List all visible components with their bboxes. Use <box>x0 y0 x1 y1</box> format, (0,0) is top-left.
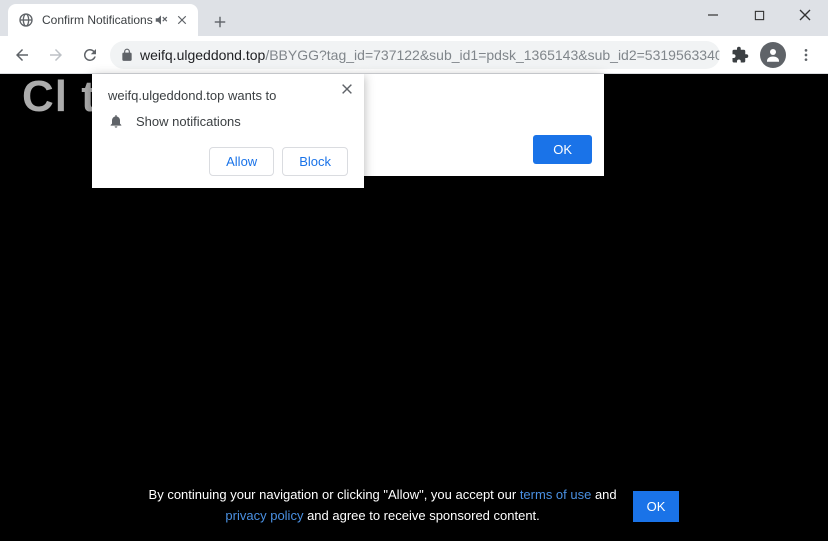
notification-permission-popup: weifq.ulgeddond.top wants to Show notifi… <box>92 74 364 188</box>
close-window-button[interactable] <box>782 0 828 30</box>
forward-button[interactable] <box>42 41 70 69</box>
reload-button[interactable] <box>76 41 104 69</box>
person-icon <box>764 46 782 64</box>
minimize-button[interactable] <box>690 0 736 30</box>
reload-icon <box>81 46 99 64</box>
url-path: /BBYGG?tag_id=737122&sub_id1=pdsk_136514… <box>265 47 720 63</box>
speaker-muted-icon[interactable] <box>154 13 168 27</box>
lock-icon <box>120 48 134 62</box>
browser-toolbar: weifq.ulgeddond.top/BBYGG?tag_id=737122&… <box>0 36 828 74</box>
allow-button[interactable]: Allow <box>209 147 274 176</box>
plus-icon <box>213 15 227 29</box>
maximize-icon <box>754 10 765 21</box>
consent-part2: and agree to receive sponsored content. <box>303 508 539 523</box>
window-titlebar: Confirm Notifications <box>0 0 828 36</box>
browser-menu-button[interactable] <box>792 41 820 69</box>
minimize-icon <box>707 9 719 21</box>
close-icon <box>799 9 811 21</box>
consent-part1: By continuing your navigation or clickin… <box>149 487 520 502</box>
arrow-right-icon <box>47 46 65 64</box>
site-dialog: OK <box>364 74 604 176</box>
block-button[interactable]: Block <box>282 147 348 176</box>
site-dialog-ok-button[interactable]: OK <box>533 135 592 164</box>
address-bar[interactable]: weifq.ulgeddond.top/BBYGG?tag_id=737122&… <box>110 41 720 69</box>
permission-item-label: Show notifications <box>136 114 241 129</box>
arrow-left-icon <box>13 46 31 64</box>
browser-tab[interactable]: Confirm Notifications <box>8 4 198 36</box>
permission-item: Show notifications <box>108 113 348 129</box>
new-tab-button[interactable] <box>206 8 234 36</box>
tab-strip: Confirm Notifications <box>0 0 234 36</box>
maximize-button[interactable] <box>736 0 782 30</box>
profile-avatar[interactable] <box>760 42 786 68</box>
close-icon <box>340 82 354 96</box>
extensions-button[interactable] <box>726 41 754 69</box>
permission-buttons: Allow Block <box>108 147 348 176</box>
consent-text: By continuing your navigation or clickin… <box>149 485 617 527</box>
url-host: weifq.ulgeddond.top <box>140 47 265 63</box>
permission-title: weifq.ulgeddond.top wants to <box>108 88 348 103</box>
consent-bar: By continuing your navigation or clickin… <box>0 485 828 527</box>
privacy-link[interactable]: privacy policy <box>225 508 303 523</box>
terms-link[interactable]: terms of use <box>520 487 592 502</box>
close-tab-icon[interactable] <box>176 14 188 26</box>
globe-icon <box>18 12 34 28</box>
dots-vertical-icon <box>798 47 814 63</box>
consent-ok-button[interactable]: OK <box>633 491 680 522</box>
consent-and: and <box>591 487 616 502</box>
window-controls <box>690 0 828 30</box>
permission-close-button[interactable] <box>340 82 354 96</box>
tab-title: Confirm Notifications <box>42 13 154 27</box>
back-button[interactable] <box>8 41 36 69</box>
puzzle-icon <box>731 46 749 64</box>
bell-icon <box>108 113 124 129</box>
